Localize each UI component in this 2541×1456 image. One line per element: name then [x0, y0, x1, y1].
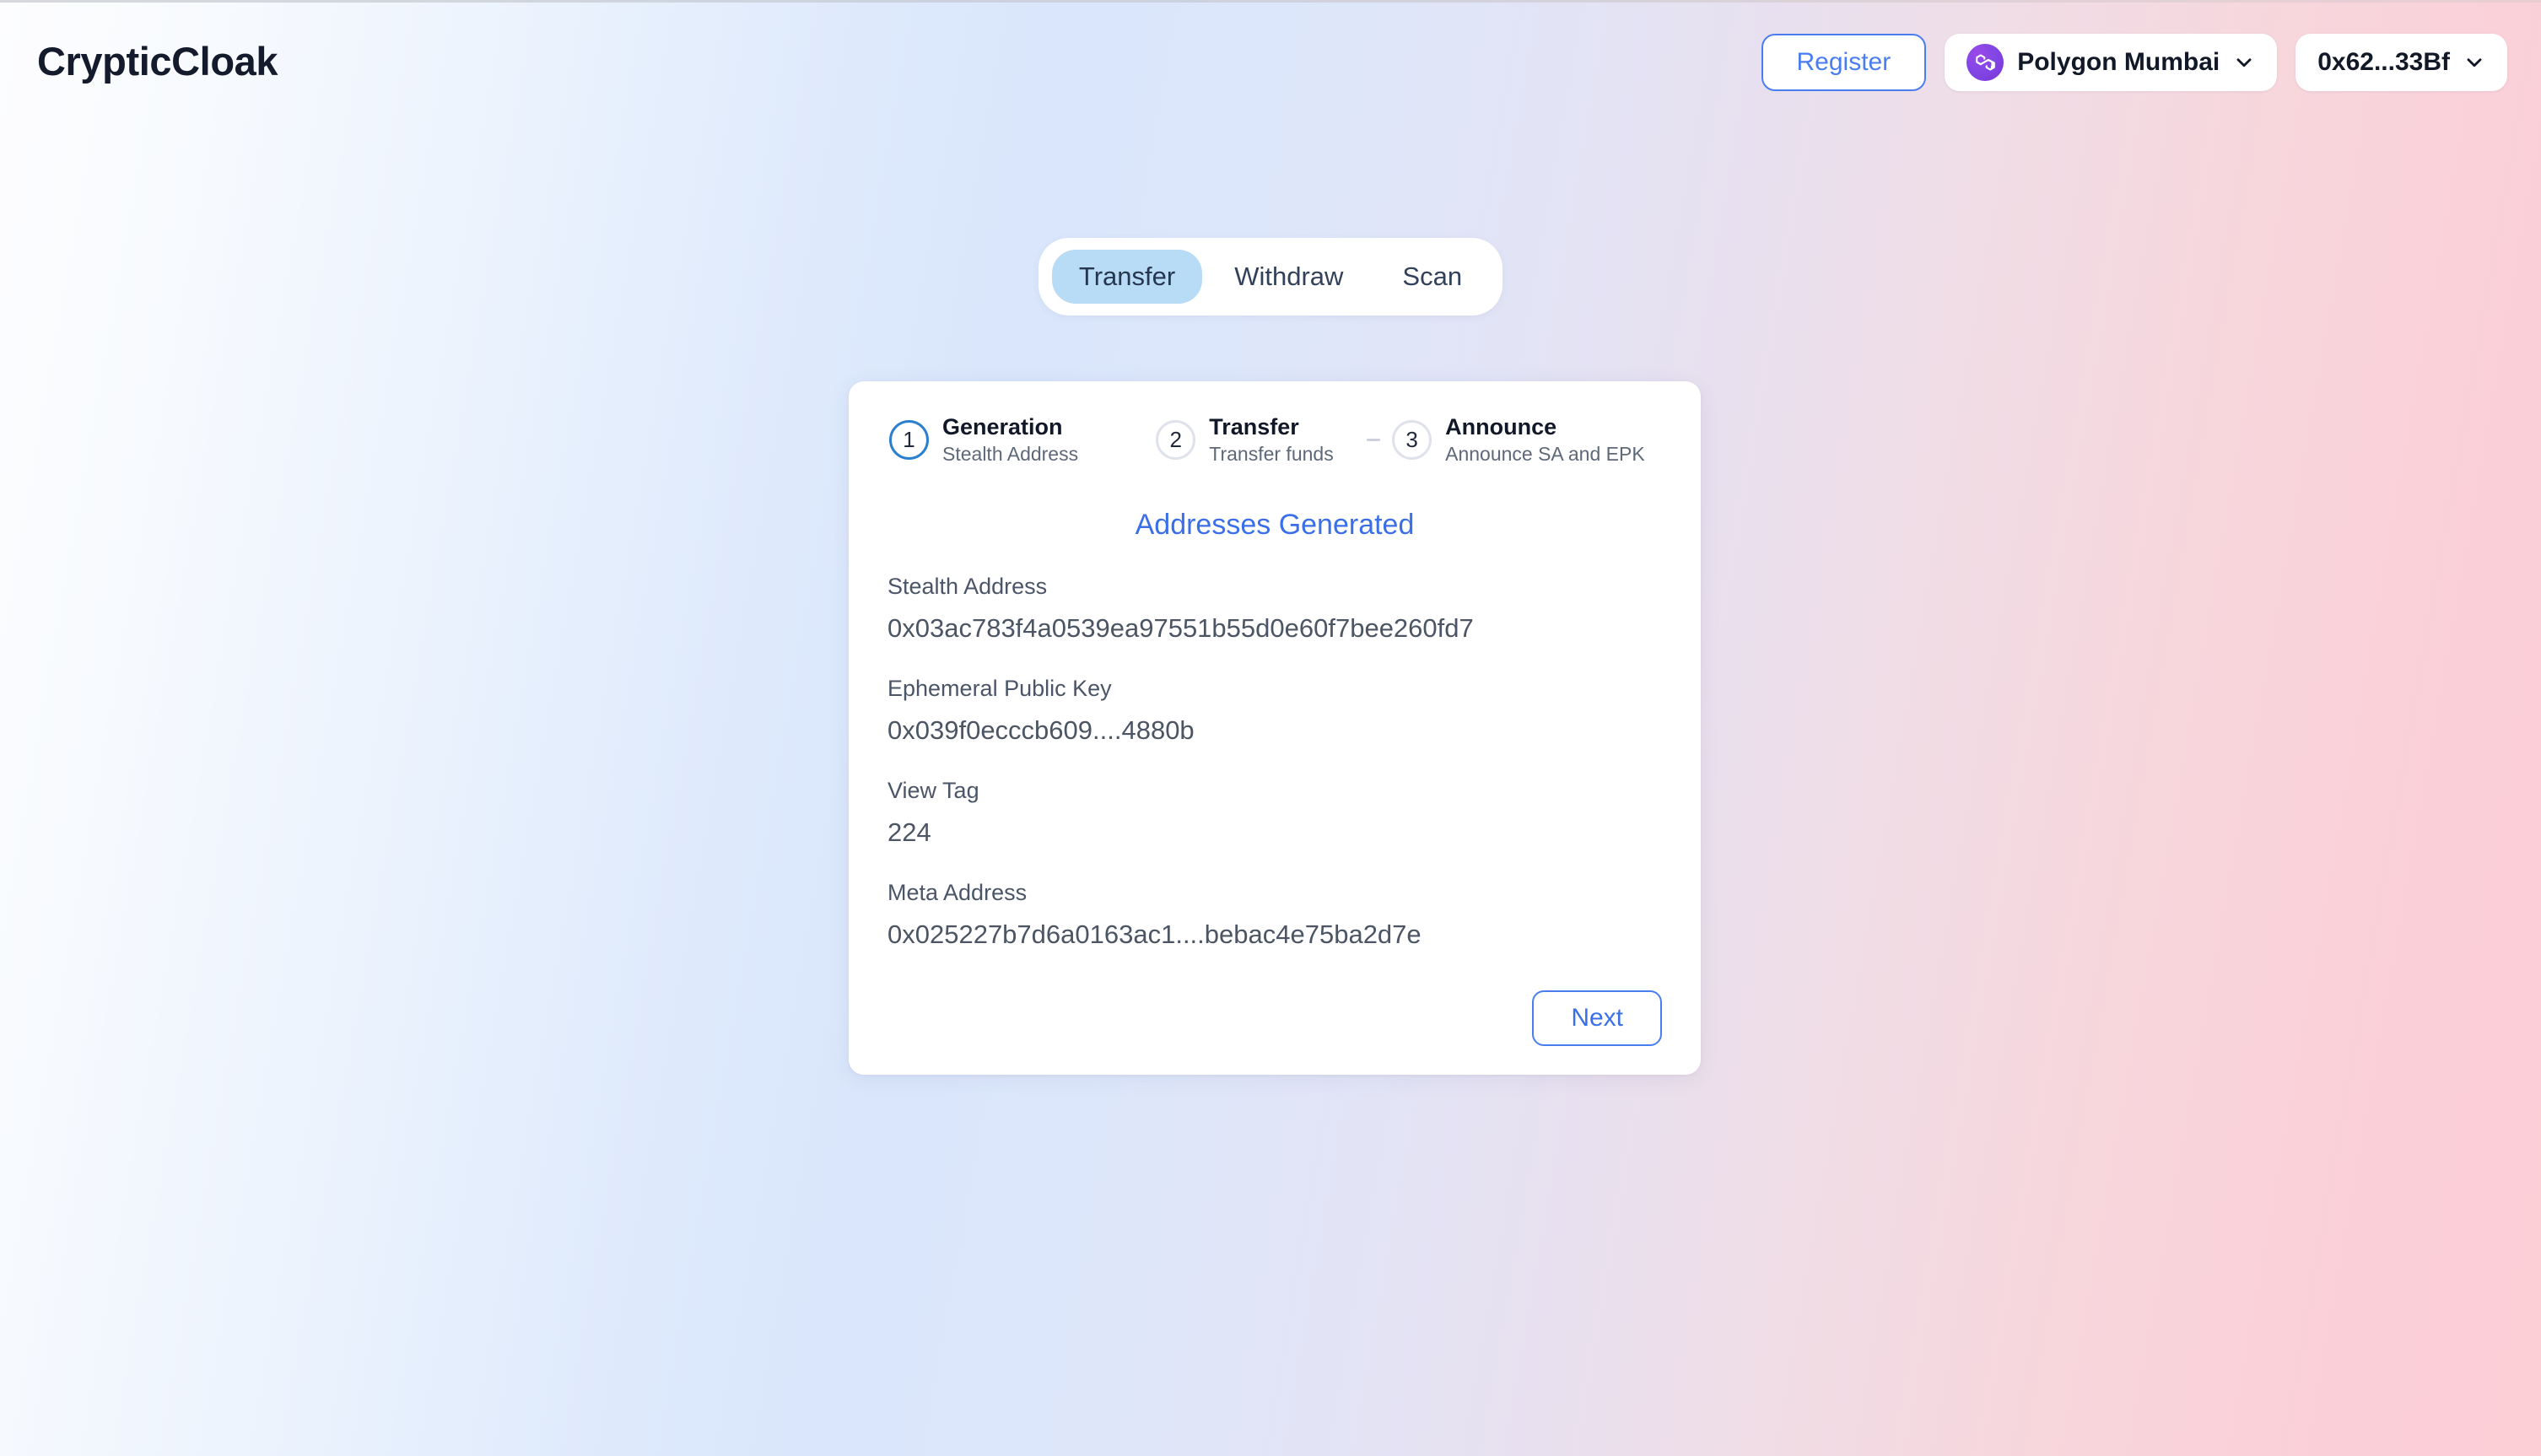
register-button[interactable]: Register [1761, 34, 1927, 91]
step-connector [1355, 438, 1392, 441]
step-number: 2 [1156, 419, 1196, 460]
tab-transfer[interactable]: Transfer [1051, 250, 1203, 304]
step-title: Announce [1445, 414, 1557, 439]
field-meta-address: Meta Address 0x025227b7d6a0163ac1....beb… [887, 880, 1662, 950]
field-stealth-address: Stealth Address 0x03ac783f4a0539ea97551b… [887, 574, 1662, 644]
network-name: Polygon Mumbai [2017, 48, 2220, 76]
chevron-down-icon [2467, 58, 2482, 67]
field-label: Stealth Address [887, 573, 1048, 599]
field-ephemeral-public-key: Ephemeral Public Key 0x039f0ecccb609....… [887, 676, 1662, 746]
field-label: Ephemeral Public Key [887, 675, 1112, 701]
step-number: 3 [1392, 419, 1432, 460]
step-number: 1 [889, 419, 929, 460]
chevron-down-icon [2236, 58, 2252, 67]
field-view-tag: View Tag 224 [887, 778, 1662, 848]
tab-scan[interactable]: Scan [1375, 250, 1489, 304]
step-transfer[interactable]: 2 Transfer Transfer funds [1156, 413, 1355, 466]
field-value: 0x03ac783f4a0539ea97551b55d0e60f7bee260f… [887, 612, 1474, 643]
wallet-address: 0x62...33Bf [2317, 48, 2450, 76]
tab-bar: Transfer Withdraw Scan [1038, 238, 1503, 315]
top-hairline [0, 0, 2541, 3]
wallet-selector[interactable]: 0x62...33Bf [2296, 34, 2507, 91]
step-title: Generation [942, 414, 1063, 439]
brand-logo: CrypticCloak [37, 38, 278, 84]
step-subtitle: Stealth Address [942, 442, 1079, 465]
field-label: View Tag [887, 777, 979, 803]
field-label: Meta Address [887, 879, 1028, 905]
field-value: 224 [887, 817, 931, 847]
next-button[interactable]: Next [1532, 990, 1662, 1046]
tab-withdraw[interactable]: Withdraw [1207, 250, 1370, 304]
step-subtitle: Announce SA and EPK [1445, 442, 1645, 465]
app-header: CrypticCloak Register Polygon Mumbai 0x6… [0, 0, 2541, 125]
field-value: 0x039f0ecccb609....4880b [887, 715, 1195, 745]
step-title: Transfer [1209, 414, 1299, 439]
header-actions: Register Polygon Mumbai 0x62...33Bf [1761, 34, 2507, 91]
network-selector[interactable]: Polygon Mumbai [1945, 34, 2278, 91]
step-subtitle: Transfer funds [1209, 442, 1334, 465]
status-message: Addresses Generated [1135, 508, 1415, 541]
step-generation[interactable]: 1 Generation Stealth Address [889, 413, 1119, 466]
step-announce[interactable]: 3 Announce Announce SA and EPK [1392, 413, 1662, 466]
tabs-container: Transfer Withdraw Scan [0, 238, 2541, 315]
generation-card: 1 Generation Stealth Address 2 Transfer … [849, 381, 1701, 1075]
stepper: 1 Generation Stealth Address 2 Transfer … [887, 412, 1662, 466]
card-actions: Next [887, 990, 1662, 1046]
field-value: 0x025227b7d6a0163ac1....bebac4e75ba2d7e [887, 919, 1422, 949]
polygon-logo-icon [1966, 44, 2004, 81]
